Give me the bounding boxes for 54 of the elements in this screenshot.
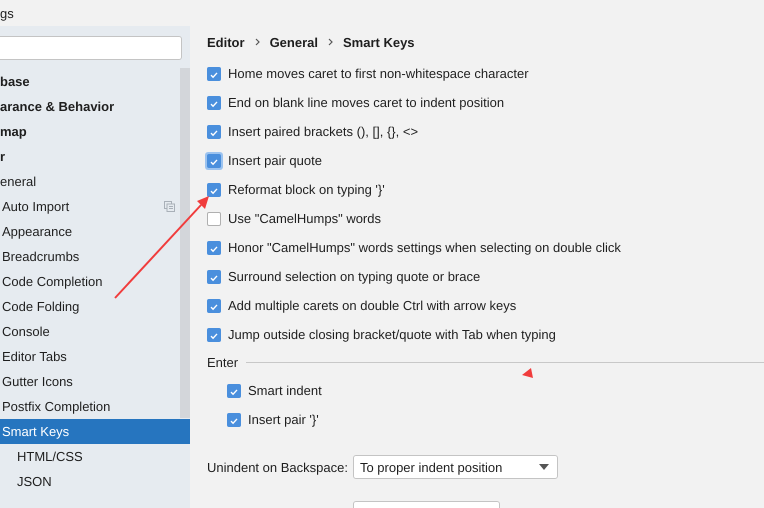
checkbox[interactable] [207, 124, 221, 138]
sidebar-item[interactable]: Postfix Completion [0, 394, 180, 419]
checkbox[interactable] [207, 270, 221, 284]
breadcrumb-item[interactable]: Editor [207, 34, 245, 50]
sidebar-item[interactable]: Appearance [0, 219, 180, 244]
sidebar-item[interactable]: Console [0, 319, 180, 344]
window-title: gs [0, 6, 14, 20]
sidebar-item[interactable]: Breadcrumbs [0, 244, 180, 269]
scrollbar[interactable] [180, 68, 190, 418]
checkbox[interactable] [207, 182, 221, 196]
sidebar-item[interactable]: JSON [0, 469, 180, 494]
option-label: End on blank line moves caret to indent position [228, 95, 504, 110]
checkbox[interactable] [227, 384, 241, 398]
chevron-icon [254, 38, 260, 46]
chevron-icon [328, 38, 333, 46]
sidebar-item[interactable]: arance & Behavior [0, 94, 180, 119]
annotation-marker [522, 368, 533, 378]
option-label: Insert paired brackets (), [], {}, <> [228, 124, 418, 139]
sidebar-item[interactable]: Auto Import [0, 194, 180, 219]
sidebar-item[interactable]: HTML/CSS [0, 444, 180, 469]
option-label: Honor "CamelHumps" words settings when selecting on double click [228, 240, 621, 255]
sidebar-item[interactable]: Smart Keys [0, 419, 190, 444]
indent-dropdown[interactable]: To proper indent position [352, 455, 558, 479]
sidebar-item[interactable]: Code Folding [0, 294, 180, 319]
sidebar-item[interactable]: Gutter Icons [0, 369, 180, 394]
breadcrumb-item[interactable]: Smart Keys [342, 34, 415, 50]
option-label: Add multiple carets on double Ctrl with arrow keys [228, 298, 516, 313]
field-label: Unindent on Backspace: [207, 460, 348, 474]
sidebar-item[interactable]: base [0, 69, 180, 94]
option-label: Home moves caret to first non-whitespace character [228, 66, 529, 81]
search-field[interactable] [0, 36, 182, 60]
section-title: Enter [207, 354, 238, 370]
checkbox[interactable] [207, 212, 221, 226]
option-label: Insert pair quote [228, 153, 322, 168]
option-label: Jump outside closing bracket/quote with Tab when typing [228, 327, 556, 342]
checkbox[interactable] [207, 96, 221, 110]
sidebar-item[interactable]: Code Completion [0, 269, 180, 294]
breadcrumb-item[interactable]: General [270, 34, 318, 50]
option-label: Insert pair '}' [248, 412, 319, 427]
checkbox[interactable] [207, 66, 221, 80]
option-label: Surround selection on typing quote or brace [228, 269, 480, 284]
sidebar-item[interactable]: eneral [0, 169, 180, 194]
option-label: Use "CamelHumps" words [228, 211, 381, 226]
checkbox[interactable] [207, 328, 221, 342]
option-label: Reformat block on typing '}' [228, 182, 385, 197]
checkbox[interactable] [227, 412, 241, 426]
copy-icon [164, 201, 175, 212]
caret-icon [538, 464, 549, 470]
checkbox[interactable] [207, 298, 221, 312]
option-label: Smart indent [248, 383, 322, 398]
sidebar-item[interactable]: map [0, 119, 180, 144]
sidebar-item[interactable]: r [0, 144, 180, 169]
sidebar-item[interactable]: Editor Tabs [0, 344, 180, 369]
checkbox[interactable] [207, 240, 221, 254]
